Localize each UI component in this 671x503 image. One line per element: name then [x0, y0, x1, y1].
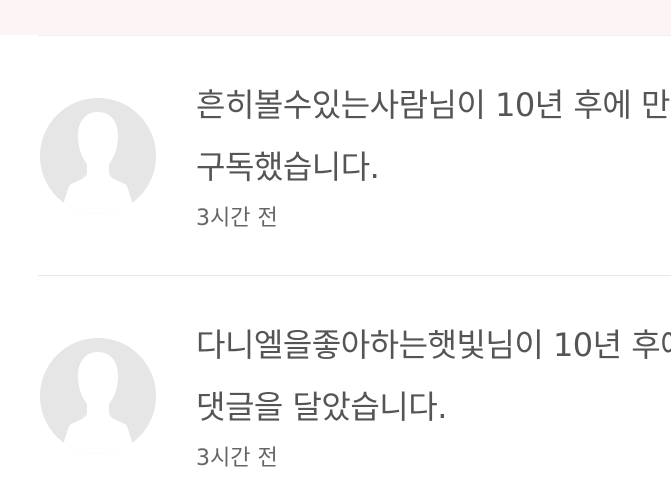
top-bar — [0, 0, 671, 35]
notification-message-line: 다니엘을좋아하는햇빛님이 10년 후에 — [196, 326, 671, 364]
notification-item[interactable]: 다니엘을좋아하는햇빛님이 10년 후에 댓글을 달았습니다. 3시간 전 — [0, 276, 671, 503]
default-user-avatar-icon[interactable] — [40, 338, 156, 454]
notification-item[interactable]: 흔히볼수있는사람님이 10년 후에 만나 구독했습니다. 3시간 전 — [0, 36, 671, 276]
default-user-avatar-icon[interactable] — [40, 98, 156, 214]
person-silhouette-icon — [40, 98, 156, 214]
notification-message-line: 댓글을 달았습니다. — [196, 388, 447, 426]
notification-message-line: 흔히볼수있는사람님이 10년 후에 만나 — [196, 86, 671, 124]
notification-message: 흔히볼수있는사람님이 10년 후에 만나 구독했습니다. — [196, 74, 671, 198]
notification-timestamp: 3시간 전 — [196, 206, 278, 231]
notification-list: 흔히볼수있는사람님이 10년 후에 만나 구독했습니다. 3시간 전 다니엘을좋… — [0, 36, 671, 503]
person-silhouette-icon — [40, 338, 156, 454]
notification-message-line: 구독했습니다. — [196, 148, 380, 186]
notification-message: 다니엘을좋아하는햇빛님이 10년 후에 댓글을 달았습니다. — [196, 314, 671, 438]
notification-timestamp: 3시간 전 — [196, 446, 278, 471]
